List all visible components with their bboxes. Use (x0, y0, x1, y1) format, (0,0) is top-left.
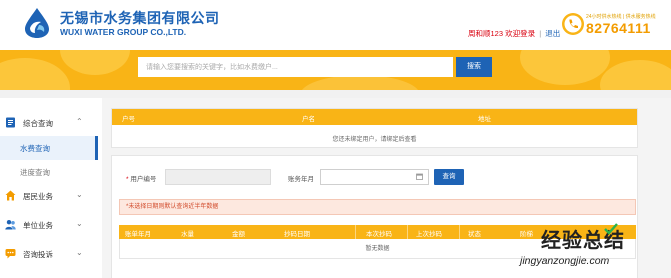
user-separator: | (539, 29, 542, 38)
sidebar-item-unit-business[interactable]: 单位业务 ⌄ (0, 212, 98, 238)
hotline-caption: 24小时供水热线 | 供水服务热线 (586, 14, 656, 20)
company-name-en: WUXI WATER GROUP CO.,LTD. (60, 27, 187, 37)
account-table-header: 户号 户名 地址 (112, 109, 637, 125)
users-icon (5, 220, 16, 230)
column-header: 阶梯 (520, 231, 533, 238)
chevron-up-icon: ⌃ (76, 117, 83, 126)
sidebar-item-comprehensive-query[interactable]: 综合查询 ⌃ (0, 110, 98, 136)
billing-month-label: 账务年月 (288, 176, 314, 183)
sidebar-item-consult-complaint[interactable]: 咨询投诉 ⌄ (0, 241, 98, 267)
search-button[interactable]: 搜索 (456, 57, 492, 77)
sidebar-item-label: 居民业务 (23, 192, 53, 201)
date-notice: *未选择日期则默认查询近半年数据 (119, 199, 636, 215)
active-indicator (95, 136, 98, 160)
sidebar-item-label: 咨询投诉 (23, 250, 53, 259)
column-header: 账单年月 (125, 231, 151, 238)
user-name: 周和顺123 (468, 29, 504, 38)
user-no-input[interactable] (165, 169, 271, 185)
user-no-label-text: 用户编号 (130, 176, 157, 183)
chevron-down-icon: ⌄ (76, 248, 83, 257)
billing-month-input[interactable] (320, 169, 429, 185)
welcome-text: 欢迎登录 (505, 29, 536, 38)
checkmark-icon (604, 223, 618, 235)
sidebar-item-label: 综合查询 (23, 119, 53, 128)
query-button[interactable]: 查询 (434, 169, 464, 185)
watermark-url: jingyanzongjie.com (520, 255, 610, 267)
chat-icon (5, 249, 16, 259)
sidebar-item-resident-business[interactable]: 居民业务 ⌄ (0, 183, 98, 209)
column-header: 状态 (468, 231, 481, 238)
column-header: 本次抄码 (366, 231, 392, 238)
column-header: 户名 (302, 116, 315, 123)
column-header: 户号 (122, 116, 135, 123)
water-drop-logo-icon[interactable] (22, 6, 52, 39)
home-icon (5, 190, 16, 201)
banner-divider (0, 90, 671, 98)
user-no-label: * 用户编号 (126, 176, 157, 183)
column-header: 上次抄码 (416, 231, 442, 238)
user-greeting: 周和顺123 欢迎登录 | 退出 (468, 28, 560, 39)
document-icon (6, 117, 15, 128)
column-header: 金额 (232, 231, 245, 238)
logout-link[interactable]: 退出 (545, 29, 560, 38)
company-name-cn: 无锡市水务集团有限公司 (60, 10, 220, 26)
sidebar-subitem-label: 水费查询 (20, 144, 50, 153)
chevron-down-icon: ⌄ (76, 219, 83, 228)
account-empty-message: 您还未绑定用户，请绑定后查看 (332, 137, 417, 143)
column-header: 水量 (181, 231, 194, 238)
column-header: 地址 (478, 116, 491, 123)
phone-icon (562, 13, 584, 35)
chevron-down-icon: ⌄ (76, 190, 83, 199)
calendar-icon[interactable] (416, 173, 423, 180)
sidebar-subitem-water-fee-query[interactable]: 水费查询 (0, 136, 98, 160)
site-header: 无锡市水务集团有限公司 WUXI WATER GROUP CO.,LTD. 周和… (0, 0, 671, 50)
sidebar-subitem-label: 进度查询 (20, 168, 50, 177)
sidebar-item-label: 单位业务 (23, 221, 53, 230)
search-input[interactable] (138, 57, 453, 77)
sidebar-subitem-progress-query[interactable]: 进度查询 (0, 160, 98, 184)
sidebar: 综合查询 ⌃ 水费查询 进度查询 居民业务 ⌄ 单位业务 ⌄ 咨询投诉 ⌄ (0, 98, 98, 278)
column-header: 抄码日期 (284, 231, 310, 238)
hotline-number: 82764111 (586, 20, 651, 36)
account-table: 户号 户名 地址 您还未绑定用户，请绑定后查看 (111, 108, 638, 148)
